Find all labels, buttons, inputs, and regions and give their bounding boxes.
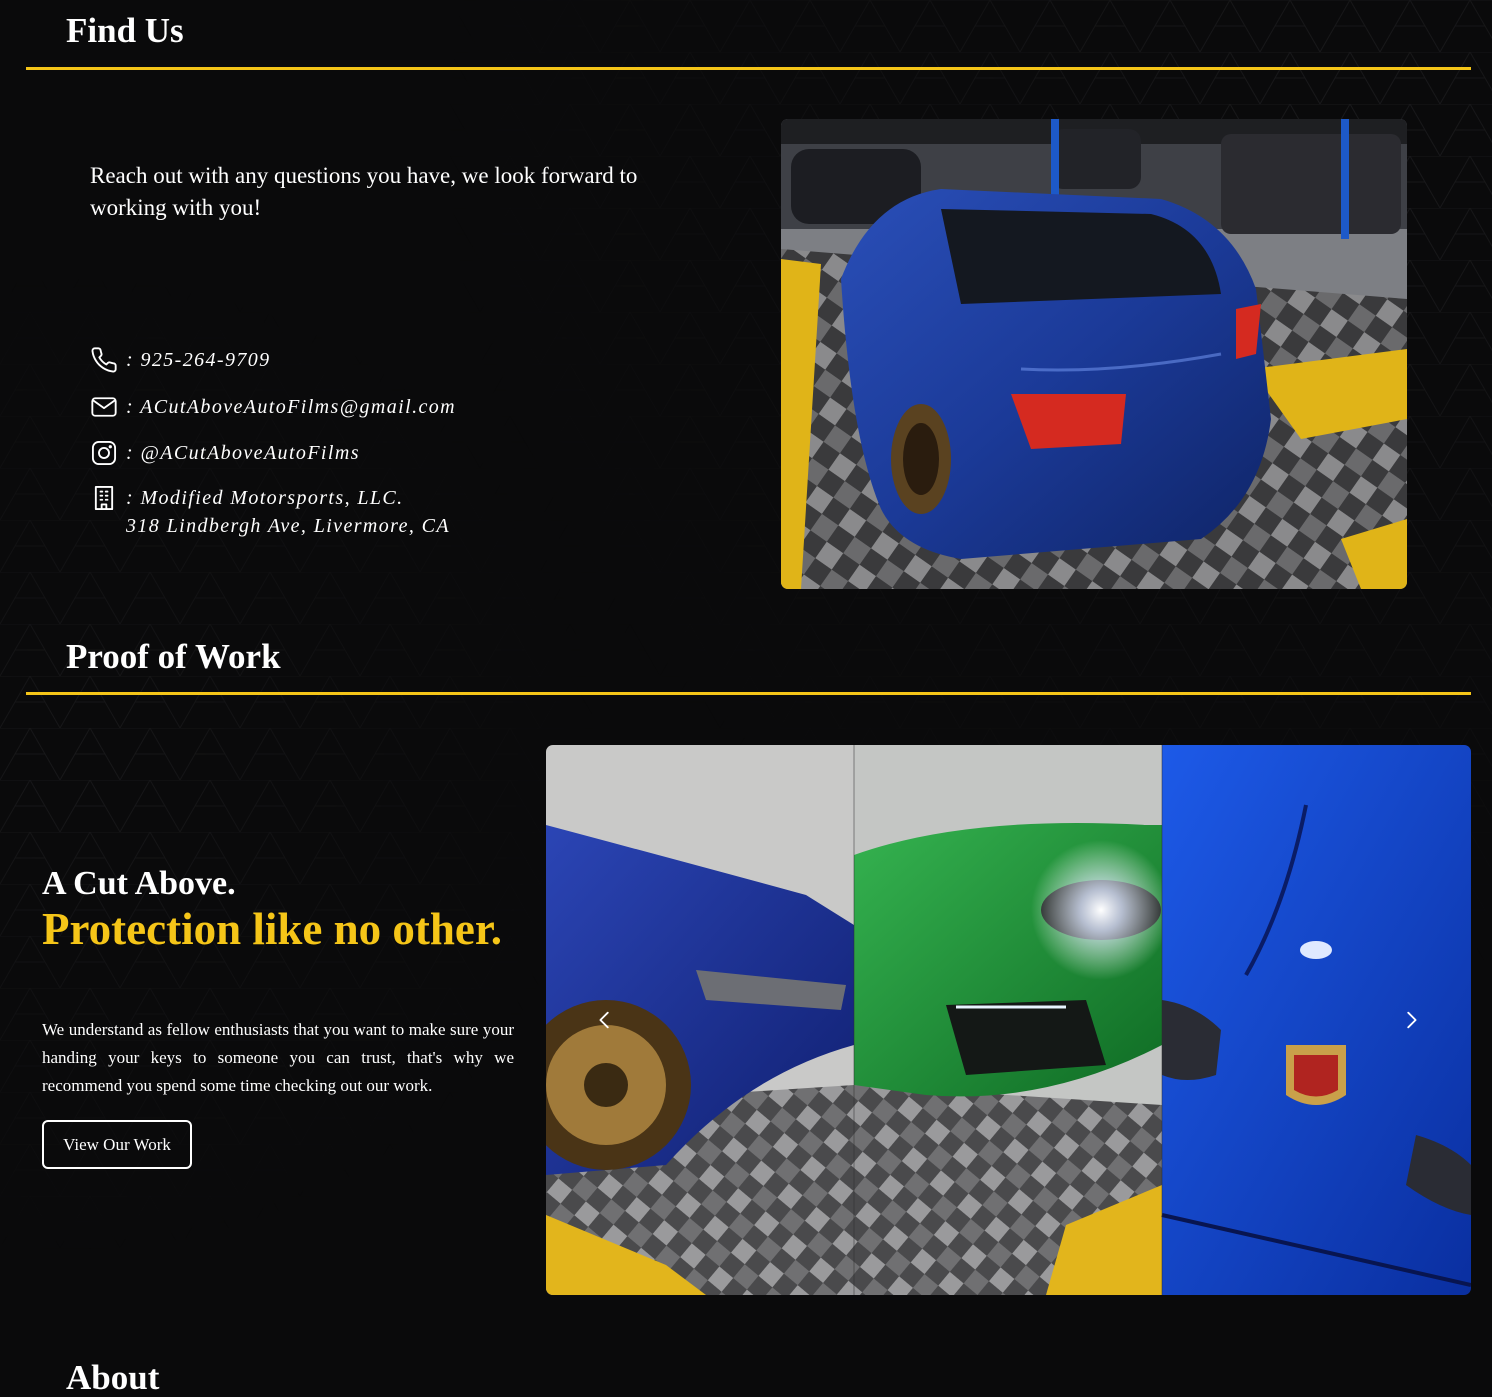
work-carousel[interactable]: [546, 745, 1471, 1295]
shop-photo-blue-sedan: [781, 119, 1407, 589]
find-us-title: Find Us: [66, 11, 184, 50]
email-address[interactable]: : ACutAboveAutoFilms@gmail.com: [126, 393, 456, 421]
mail-icon: [90, 393, 118, 421]
building-icon: [90, 484, 118, 512]
phone-number[interactable]: : 925-264-9709: [126, 346, 271, 374]
contact-address: : Modified Motorsports, LLC. 318 Lindber…: [90, 484, 450, 540]
chevron-left-icon: [599, 1011, 609, 1029]
heading-protection: Protection like no other.: [42, 904, 502, 954]
carousel-prev-button[interactable]: [585, 1000, 625, 1040]
view-our-work-button[interactable]: View Our Work: [42, 1120, 192, 1169]
instagram-handle[interactable]: : @ACutAboveAutoFilms: [126, 439, 360, 467]
proof-of-work-body: We understand as fellow enthusiasts that…: [42, 1020, 514, 1095]
proof-of-work-title: Proof of Work: [66, 637, 281, 676]
heading-a-cut-above: A Cut Above.: [42, 865, 236, 902]
address-line-1: : Modified Motorsports, LLC.: [126, 487, 404, 509]
contact-phone[interactable]: : 925-264-9709: [90, 346, 271, 374]
chevron-right-icon: [1407, 1011, 1417, 1029]
contact-instagram[interactable]: : @ACutAboveAutoFilms: [90, 439, 360, 467]
find-us-divider: [26, 67, 1471, 70]
carousel-slide-green-porsche: [854, 745, 1171, 1295]
proof-of-work-divider: [26, 692, 1471, 695]
carousel-next-button[interactable]: [1391, 1000, 1431, 1040]
phone-icon: [90, 346, 118, 374]
find-us-intro: Reach out with any questions you have, w…: [90, 163, 638, 220]
address-line-2: 318 Lindbergh Ave, Livermore, CA: [126, 515, 451, 537]
contact-email[interactable]: : ACutAboveAutoFilms@gmail.com: [90, 393, 456, 421]
instagram-icon: [90, 439, 118, 467]
